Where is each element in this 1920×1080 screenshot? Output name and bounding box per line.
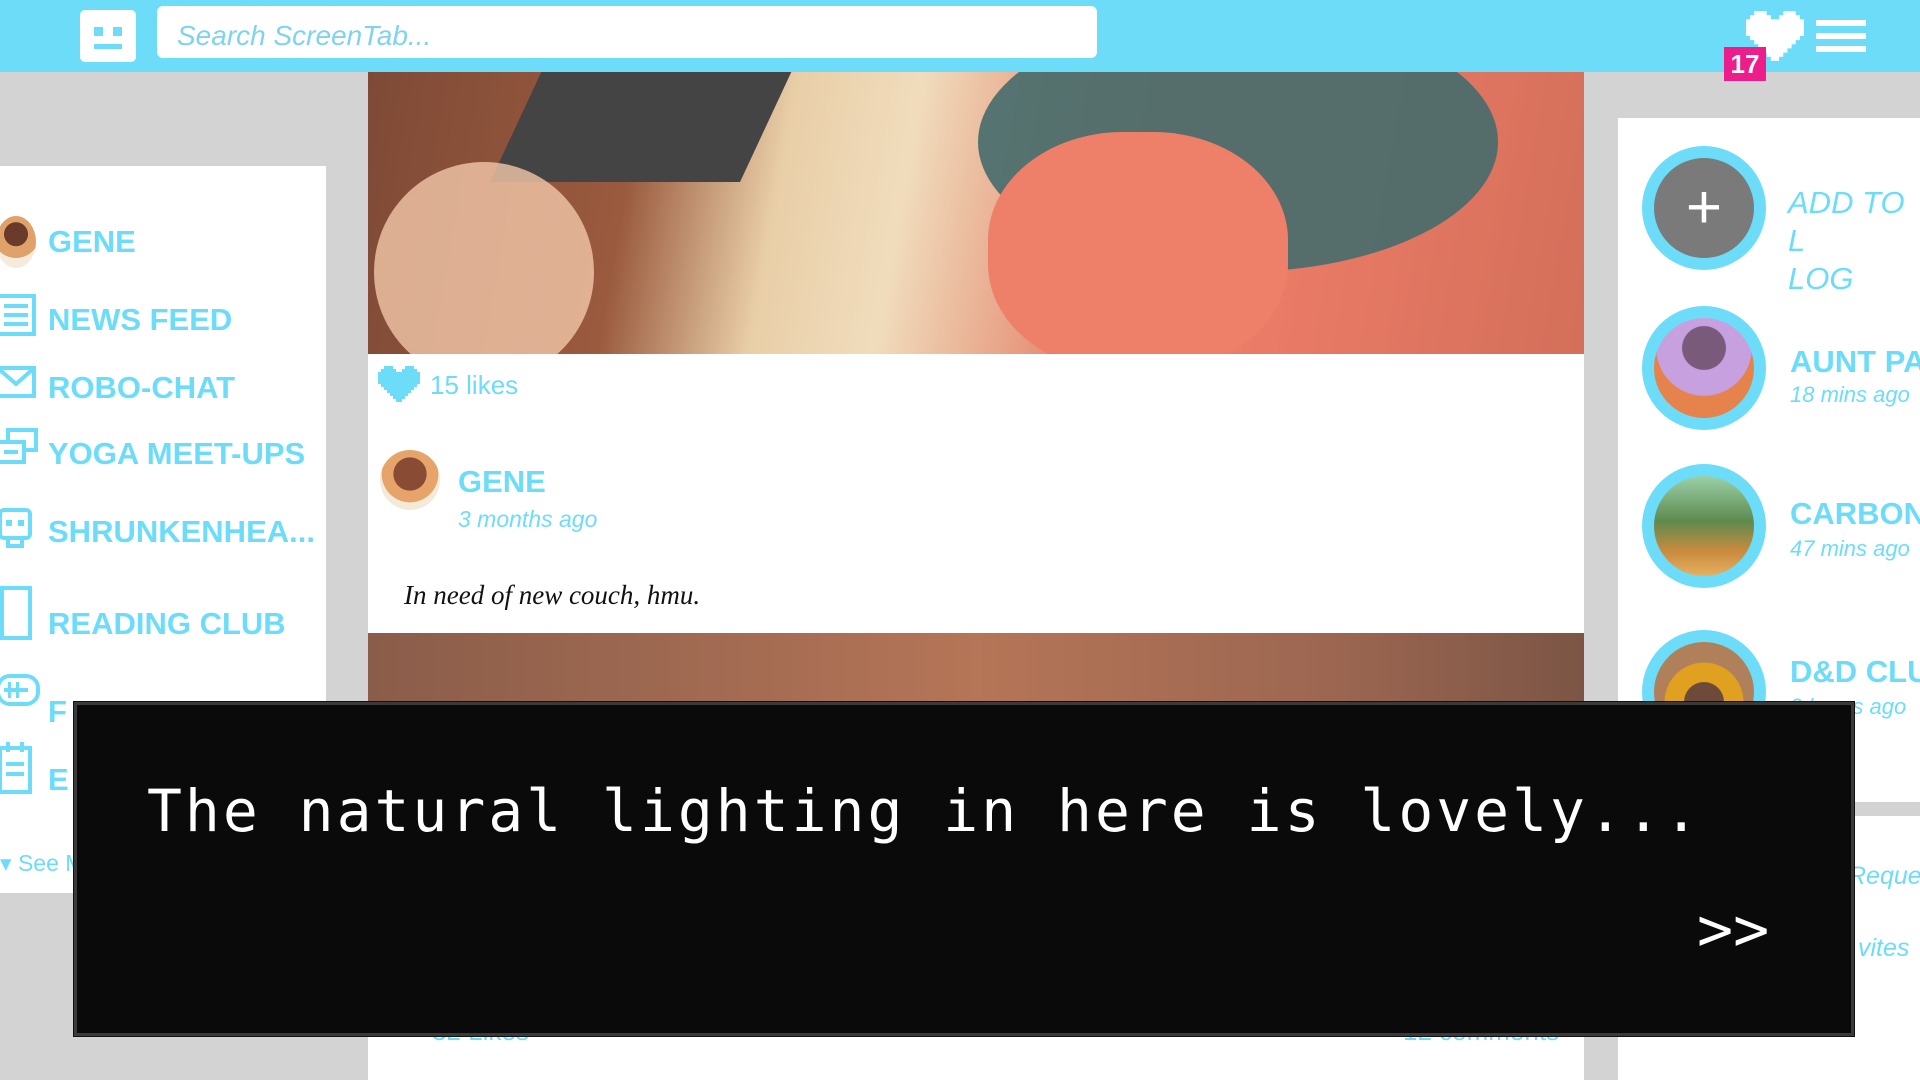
sidebar-item-label: READING CLUB (48, 606, 286, 641)
top-bar: Search ScreenTab... 17 (0, 0, 1920, 81)
invites-link[interactable]: vites (1858, 934, 1909, 963)
sidebar-item-shrunkenheads[interactable]: SHRUNKENHEA... (0, 506, 326, 554)
book-icon (0, 586, 32, 640)
sidebar-item-label: ROBO-CHAT (48, 370, 236, 405)
menu-line (1816, 33, 1866, 39)
avatar (1654, 476, 1754, 576)
search-input[interactable]: Search ScreenTab... (157, 6, 1097, 58)
sidebar-item-yoga-meet-ups[interactable]: YOGA MEET-UPS (0, 428, 326, 476)
screentab-logo-icon[interactable] (80, 10, 136, 62)
sidebar-item-news-feed[interactable]: NEWS FEED (0, 294, 326, 342)
dialogue-text: The natural lighting in here is lovely..… (147, 777, 1702, 845)
add-label-line1: ADD TO L (1788, 185, 1905, 258)
avatar (1654, 318, 1754, 418)
football-icon (0, 674, 40, 706)
contact-avatar[interactable] (1642, 464, 1766, 588)
advance-dialogue-button[interactable]: >> (1697, 895, 1769, 965)
add-to-log-label[interactable]: ADD TO L LOG (1788, 184, 1920, 298)
post-author[interactable]: GENE (458, 464, 546, 500)
sidebar-item-reading-club[interactable]: READING CLUB (0, 584, 326, 641)
contact-time: 47 mins ago (1790, 536, 1910, 561)
search-placeholder: Search ScreenTab... (177, 20, 432, 51)
photo-detail (490, 72, 796, 182)
chevron-down-icon: ▾ (0, 850, 18, 876)
logo-mouth (94, 44, 122, 49)
friend-requests-link[interactable]: Reque (1848, 862, 1920, 891)
mail-icon (0, 366, 36, 398)
sidebar-item-label: NEWS FEED (48, 302, 233, 337)
add-label-line2: LOG (1788, 261, 1854, 296)
sidebar-item-label: GENE (48, 224, 136, 259)
heart-icon (378, 366, 420, 402)
sidebar-item-label: F (48, 694, 67, 729)
right-sidebar-strip (1852, 788, 1920, 802)
menu-line (1816, 20, 1866, 26)
post-photo[interactable] (368, 72, 1584, 354)
avatar[interactable] (380, 450, 440, 510)
hamburger-menu-icon[interactable] (1816, 20, 1866, 52)
likes-count: 15 likes (430, 370, 519, 400)
logo-eye-right (113, 27, 122, 36)
avatar (0, 216, 36, 268)
contact-avatar[interactable] (1642, 306, 1766, 430)
contact-time: 18 mins ago (1790, 382, 1910, 407)
sidebar-item-label: YOGA MEET-UPS (48, 436, 306, 471)
notification-count-badge: 17 (1724, 47, 1766, 81)
calendar-icon (0, 742, 32, 794)
sidebar-item-label: E (48, 762, 69, 797)
contact-name[interactable]: AUNT PA (1790, 344, 1920, 380)
photo-detail (374, 162, 594, 354)
skull-icon (0, 508, 32, 548)
dialogue-box[interactable]: The natural lighting in here is lovely..… (74, 702, 1854, 1036)
post-timestamp: 3 months ago (458, 506, 598, 532)
photo-detail (988, 132, 1288, 354)
sidebar-item-label: SHRUNKENHEA... (48, 514, 315, 549)
contact-name[interactable]: D&D CLU (1790, 654, 1920, 690)
menu-line (1816, 46, 1866, 52)
see-more-link[interactable]: ▾ See M (0, 850, 84, 877)
newspaper-icon (0, 294, 36, 336)
right-sidebar: + ADD TO L LOG AUNT PA 18 mins ago CARBO… (1618, 118, 1920, 788)
post-text: In need of new couch, hmu. (404, 580, 701, 610)
chat-bubbles-icon (0, 428, 38, 464)
plus-icon: + (1685, 173, 1723, 242)
sidebar-item-robo-chat[interactable]: ROBO-CHAT (0, 362, 326, 410)
sidebar-item-gene[interactable]: GENE (0, 216, 326, 268)
add-button-inner: + (1654, 158, 1754, 258)
add-to-log-button[interactable]: + (1642, 146, 1766, 270)
logo-eye-left (94, 27, 103, 36)
contact-name[interactable]: CARBON (1790, 496, 1920, 532)
